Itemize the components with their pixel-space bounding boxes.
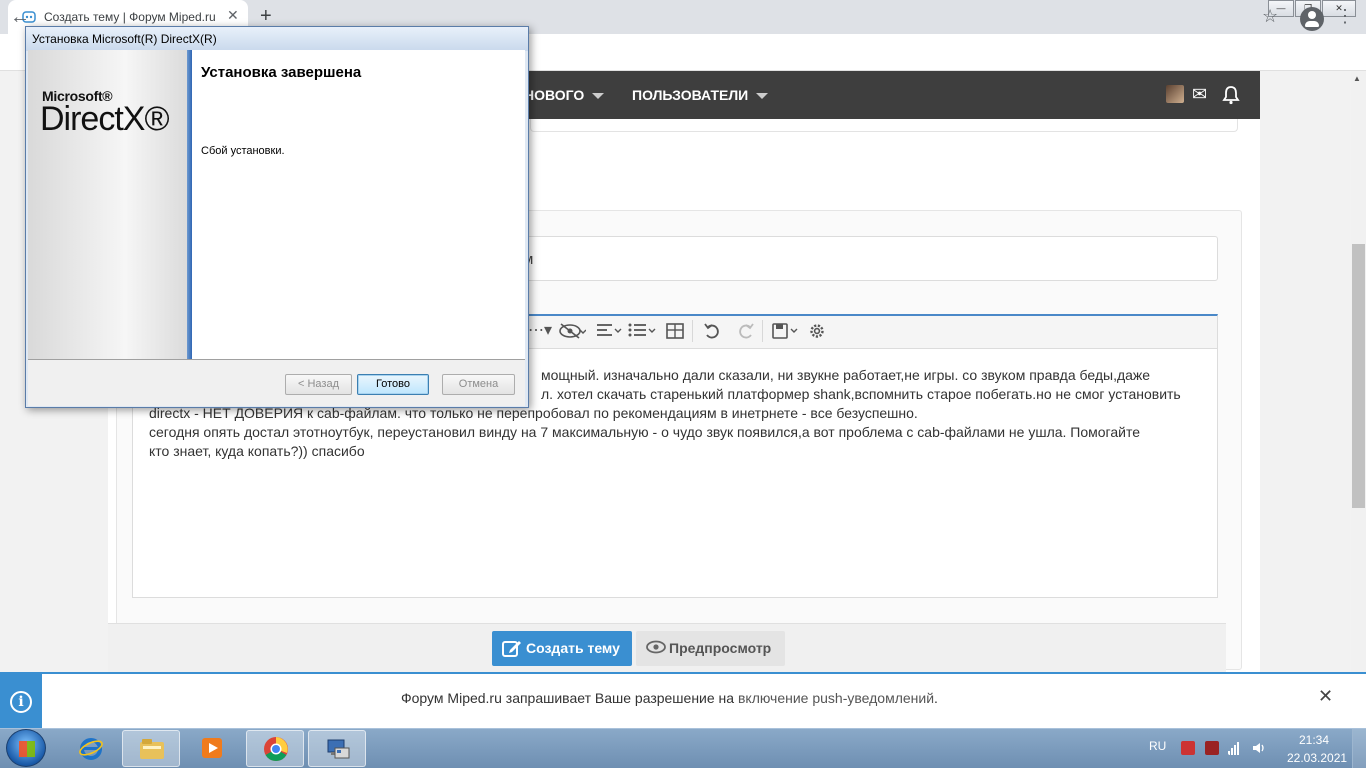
bell-icon[interactable] [1221, 85, 1241, 105]
redo-icon[interactable] [737, 322, 755, 340]
taskbar-app-directx-setup[interactable] [308, 730, 366, 767]
edit-icon [502, 641, 521, 657]
close-icon[interactable]: ✕ [1318, 686, 1333, 707]
show-desktop-button[interactable] [1352, 729, 1366, 768]
chrome-icon [264, 737, 288, 762]
info-icon: i [0, 674, 42, 728]
undo-icon[interactable] [703, 322, 721, 340]
dialog-error-message: Сбой установки. [201, 145, 285, 157]
editor-line: сегодня опять достал этотноутбук, переус… [149, 424, 1141, 440]
notification-period: . [934, 690, 938, 706]
directx-logo-text: DirectX® [40, 100, 170, 138]
user-avatar[interactable] [1166, 85, 1184, 103]
clock-date[interactable]: 22.03.2021 [1287, 751, 1347, 765]
volume-icon[interactable] [1252, 741, 1266, 755]
spoiler-icon[interactable] [558, 322, 586, 340]
new-tab-button[interactable]: + [260, 5, 272, 28]
nav-item-users[interactable]: ПОЛЬЗОВАТЕЛИ [632, 87, 769, 103]
push-permission-link[interactable]: включение push-уведомлений [738, 690, 934, 706]
dialog-title: Установка Microsoft(R) DirectX(R) [32, 32, 217, 46]
editor-line: кто знает, куда копать?)) спасибо [149, 443, 365, 459]
internet-explorer-icon [79, 738, 103, 760]
network-signal-icon[interactable] [1228, 741, 1242, 755]
back-button[interactable]: < Назад [285, 374, 352, 395]
scroll-up-icon[interactable]: ▲ [1353, 74, 1361, 83]
media-player-icon [202, 738, 222, 758]
taskbar-app-chrome[interactable] [246, 730, 304, 767]
save-draft-icon[interactable] [772, 322, 800, 340]
notification-text: Форум Miped.ru запрашивает Ваше разрешен… [401, 690, 938, 706]
clock-time[interactable]: 21:34 [1299, 733, 1329, 747]
taskbar-app-media-player[interactable] [184, 730, 242, 767]
info-glyph: i [10, 691, 32, 714]
caret-down-icon [756, 93, 769, 100]
eye-icon [646, 640, 666, 654]
bookmark-star-icon[interactable]: ☆ [1262, 6, 1278, 27]
folder-icon [140, 739, 164, 759]
gear-icon[interactable] [808, 322, 826, 340]
finish-button[interactable]: Готово [357, 374, 429, 395]
toolbar-divider [762, 320, 763, 342]
action-center-icon[interactable] [1181, 741, 1195, 755]
setup-icon [327, 739, 350, 759]
search-box-edge [530, 119, 1238, 132]
scrollbar-thumb[interactable] [1352, 244, 1365, 508]
caret-down-icon [592, 93, 605, 100]
more-options-icon[interactable]: ⋯▾ [528, 320, 552, 340]
dialog-content [192, 50, 525, 359]
toolbar-divider [692, 320, 693, 342]
align-icon[interactable] [596, 323, 624, 339]
taskbar-app-explorer[interactable] [122, 730, 180, 767]
table-icon[interactable] [666, 322, 684, 340]
browser-menu-icon[interactable]: ⋮ [1336, 6, 1354, 27]
nav-item-new[interactable]: НОВОГО [524, 87, 605, 103]
taskbar-app-ie[interactable] [62, 730, 120, 767]
mail-icon[interactable]: ✉ [1192, 84, 1207, 105]
dialog-heading: Установка завершена [201, 64, 362, 81]
language-indicator[interactable]: RU [1149, 739, 1166, 753]
start-button[interactable] [6, 729, 46, 767]
profile-avatar-icon[interactable] [1300, 7, 1324, 31]
nav-item-label: НОВОГО [524, 87, 585, 103]
nav-item-label: ПОЛЬЗОВАТЕЛИ [632, 87, 749, 103]
tab-title: Создать тему | Форум Miped.ru [44, 10, 216, 24]
cancel-button[interactable]: Отмена [442, 374, 515, 395]
notification-message: Форум Miped.ru запрашивает Ваше разрешен… [401, 690, 738, 706]
list-icon[interactable] [628, 323, 658, 339]
security-alert-icon[interactable] [1205, 741, 1219, 755]
tab-close-icon[interactable]: ✕ [227, 7, 239, 24]
